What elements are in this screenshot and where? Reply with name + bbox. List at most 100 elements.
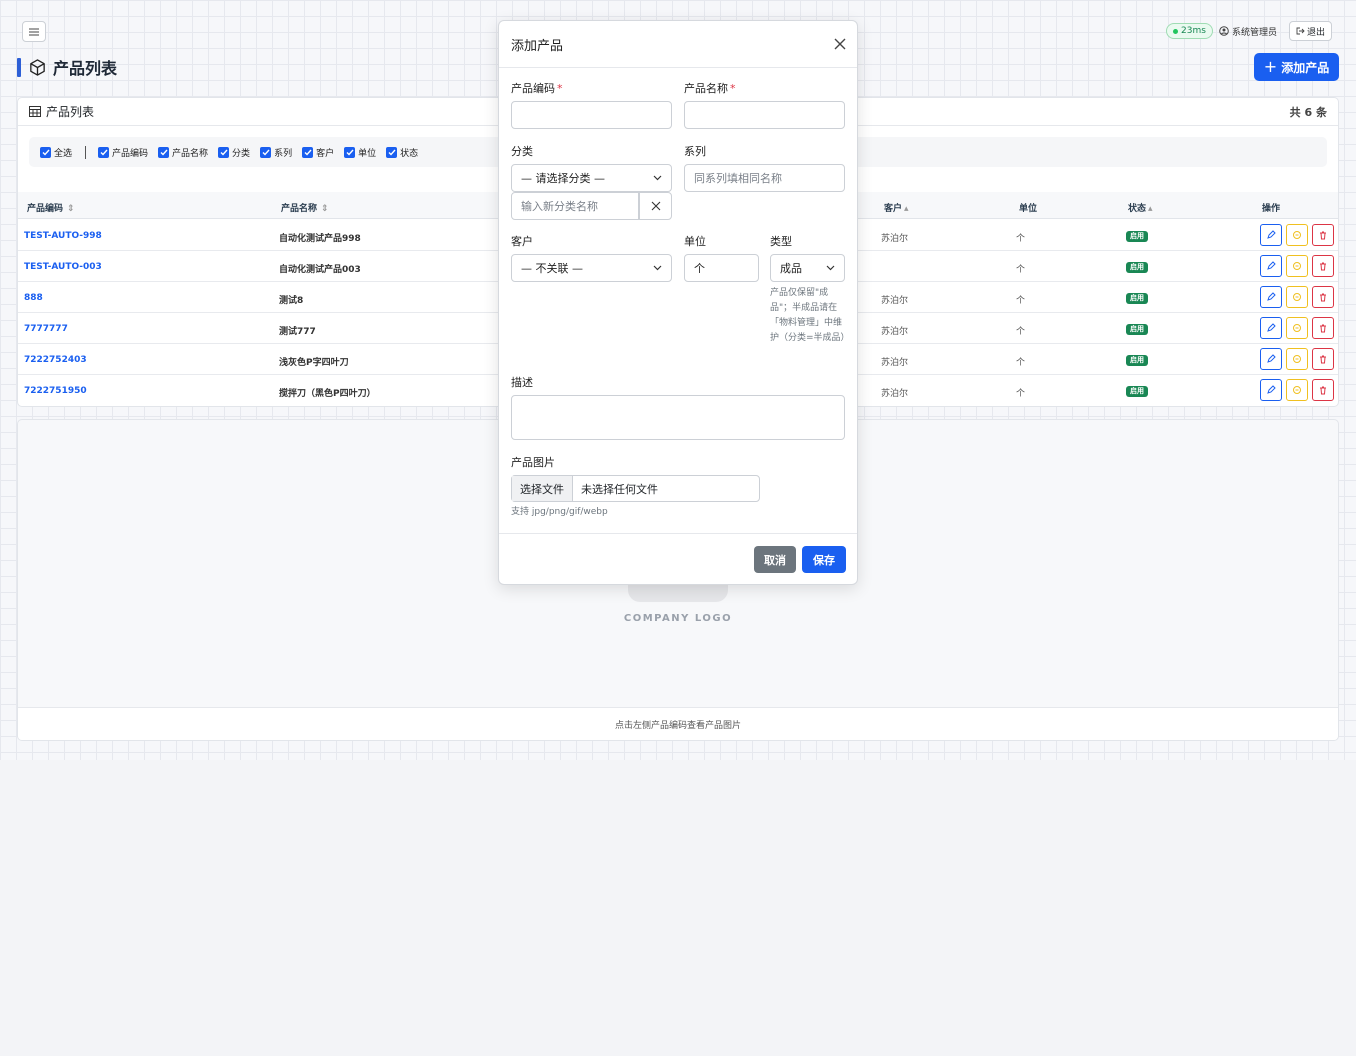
toggle-button[interactable] — [1286, 379, 1308, 401]
delete-button[interactable] — [1312, 224, 1334, 246]
edit-button[interactable] — [1260, 286, 1282, 308]
product-name-input[interactable] — [684, 101, 845, 129]
edit-button[interactable] — [1260, 348, 1282, 370]
edit-button[interactable] — [1260, 317, 1282, 339]
col-label: 状态 — [1128, 204, 1147, 214]
customer: 苏泊尔 — [881, 234, 909, 244]
code-label: 产品编码 * — [511, 80, 563, 96]
checkbox-checked-icon — [40, 146, 51, 158]
filter-label: 客户 — [316, 148, 335, 159]
edit-button[interactable] — [1260, 379, 1282, 401]
product-code-link[interactable]: TEST-AUTO-998 — [24, 231, 102, 241]
trash-icon — [1320, 324, 1326, 333]
logout-icon — [1296, 27, 1305, 35]
filter-unit[interactable]: 单位 — [344, 146, 376, 159]
product-code-input[interactable] — [511, 101, 672, 129]
col-actions-header: 操作 — [1262, 204, 1281, 214]
pencil-icon — [1267, 385, 1276, 394]
customer-label: 客户 — [511, 235, 533, 248]
filter-label: 系列 — [274, 148, 293, 159]
filter-label: 全选 — [54, 148, 73, 159]
col-code-header[interactable]: 产品编码 ⇕ — [27, 201, 75, 214]
filter-code[interactable]: 产品编码 — [98, 146, 148, 159]
trash-icon — [1320, 386, 1326, 395]
unit: 个 — [1016, 296, 1026, 306]
filter-status[interactable]: 状态 — [386, 146, 418, 159]
edit-button[interactable] — [1260, 255, 1282, 277]
plus-icon: + — [1263, 57, 1278, 76]
delete-button[interactable] — [1312, 348, 1334, 370]
toggle-button[interactable] — [1286, 224, 1308, 246]
unit: 个 — [1016, 389, 1026, 399]
filter-category[interactable]: 分类 — [218, 146, 250, 159]
filter-label: 分类 — [232, 148, 251, 159]
unit-value: 个 — [694, 262, 705, 275]
toggle-button[interactable] — [1286, 348, 1308, 370]
trash-icon — [1320, 355, 1326, 364]
toggle-button[interactable] — [1286, 255, 1308, 277]
chevron-down-icon — [653, 265, 662, 271]
hamburger-icon — [29, 28, 39, 35]
code-label-text: 产品编码 — [511, 82, 555, 95]
checkbox-checked-icon — [98, 146, 110, 158]
add-product-button[interactable]: + 添加产品 — [1254, 53, 1339, 81]
product-code-link[interactable]: 7222752403 — [24, 355, 87, 365]
product-name: 自动化测试产品998 — [279, 234, 361, 244]
logout-button[interactable]: 退出 — [1288, 21, 1332, 41]
type-select[interactable]: 成品 — [770, 254, 845, 282]
card-title: 产品列表 — [46, 105, 95, 119]
menu-toggle-button[interactable] — [22, 21, 46, 42]
modal-footer: 取消 保存 — [499, 533, 857, 585]
product-code-link[interactable]: TEST-AUTO-003 — [24, 262, 102, 272]
filter-select-all[interactable]: 全选 — [40, 146, 72, 159]
description-label: 描述 — [511, 376, 533, 389]
save-button[interactable]: 保存 — [802, 546, 846, 573]
product-name: 搅拌刀（黑色P四叶刀） — [279, 389, 376, 399]
col-status-header[interactable]: 状态 ▴ — [1128, 201, 1153, 214]
unit-input[interactable]: 个 — [684, 254, 759, 282]
status-badge: 启用 — [1126, 293, 1148, 304]
col-customer-header[interactable]: 客户 ▴ — [884, 201, 909, 214]
row-actions — [1260, 224, 1334, 246]
delete-button[interactable] — [1312, 286, 1334, 308]
filter-customer[interactable]: 客户 — [302, 146, 334, 159]
edit-button[interactable] — [1260, 224, 1282, 246]
pencil-icon — [1267, 292, 1276, 301]
choose-file-button[interactable]: 选择文件 — [512, 476, 573, 501]
trash-icon — [1320, 293, 1326, 302]
series-input[interactable]: 同系列填相同名称 — [684, 164, 845, 192]
status-badge: 启用 — [1126, 386, 1148, 397]
col-name-header[interactable]: 产品名称 ⇕ — [281, 201, 329, 214]
col-unit-header: 单位 — [1019, 204, 1038, 214]
page-title-text: 产品列表 — [53, 59, 118, 78]
image-file-input[interactable]: 选择文件 未选择任何文件 — [511, 475, 760, 502]
customer: 苏泊尔 — [881, 296, 909, 306]
product-code-link[interactable]: 7777777 — [24, 324, 68, 334]
sort-icon: ▴ — [904, 204, 909, 214]
filter-series[interactable]: 系列 — [260, 146, 292, 159]
filter-name[interactable]: 产品名称 — [158, 146, 208, 159]
status-dot-icon — [1173, 28, 1179, 34]
customer-select[interactable]: — 不关联 — — [511, 254, 672, 282]
file-status: 未选择任何文件 — [581, 482, 658, 496]
product-code-link[interactable]: 888 — [24, 293, 43, 303]
category-select[interactable]: — 请选择分类 — — [511, 164, 672, 192]
new-category-input[interactable]: 输入新分类名称 — [511, 192, 639, 220]
trash-icon — [1320, 231, 1326, 240]
toggle-button[interactable] — [1286, 286, 1308, 308]
checkbox-checked-icon — [260, 146, 272, 158]
filter-label: 单位 — [358, 148, 377, 159]
user-circle-icon — [1219, 26, 1229, 36]
title-accent-bar — [17, 57, 21, 77]
clear-category-button[interactable] — [639, 192, 672, 220]
cancel-button[interactable]: 取消 — [754, 546, 796, 573]
header-right: 23ms 系统管理员 退出 — [1166, 21, 1332, 41]
delete-button[interactable] — [1312, 379, 1334, 401]
unit-label: 单位 — [684, 235, 706, 248]
delete-button[interactable] — [1312, 255, 1334, 277]
description-textarea[interactable] — [511, 395, 845, 440]
delete-button[interactable] — [1312, 317, 1334, 339]
close-icon[interactable] — [833, 37, 847, 51]
product-code-link[interactable]: 7222751950 — [24, 386, 87, 396]
toggle-button[interactable] — [1286, 317, 1308, 339]
